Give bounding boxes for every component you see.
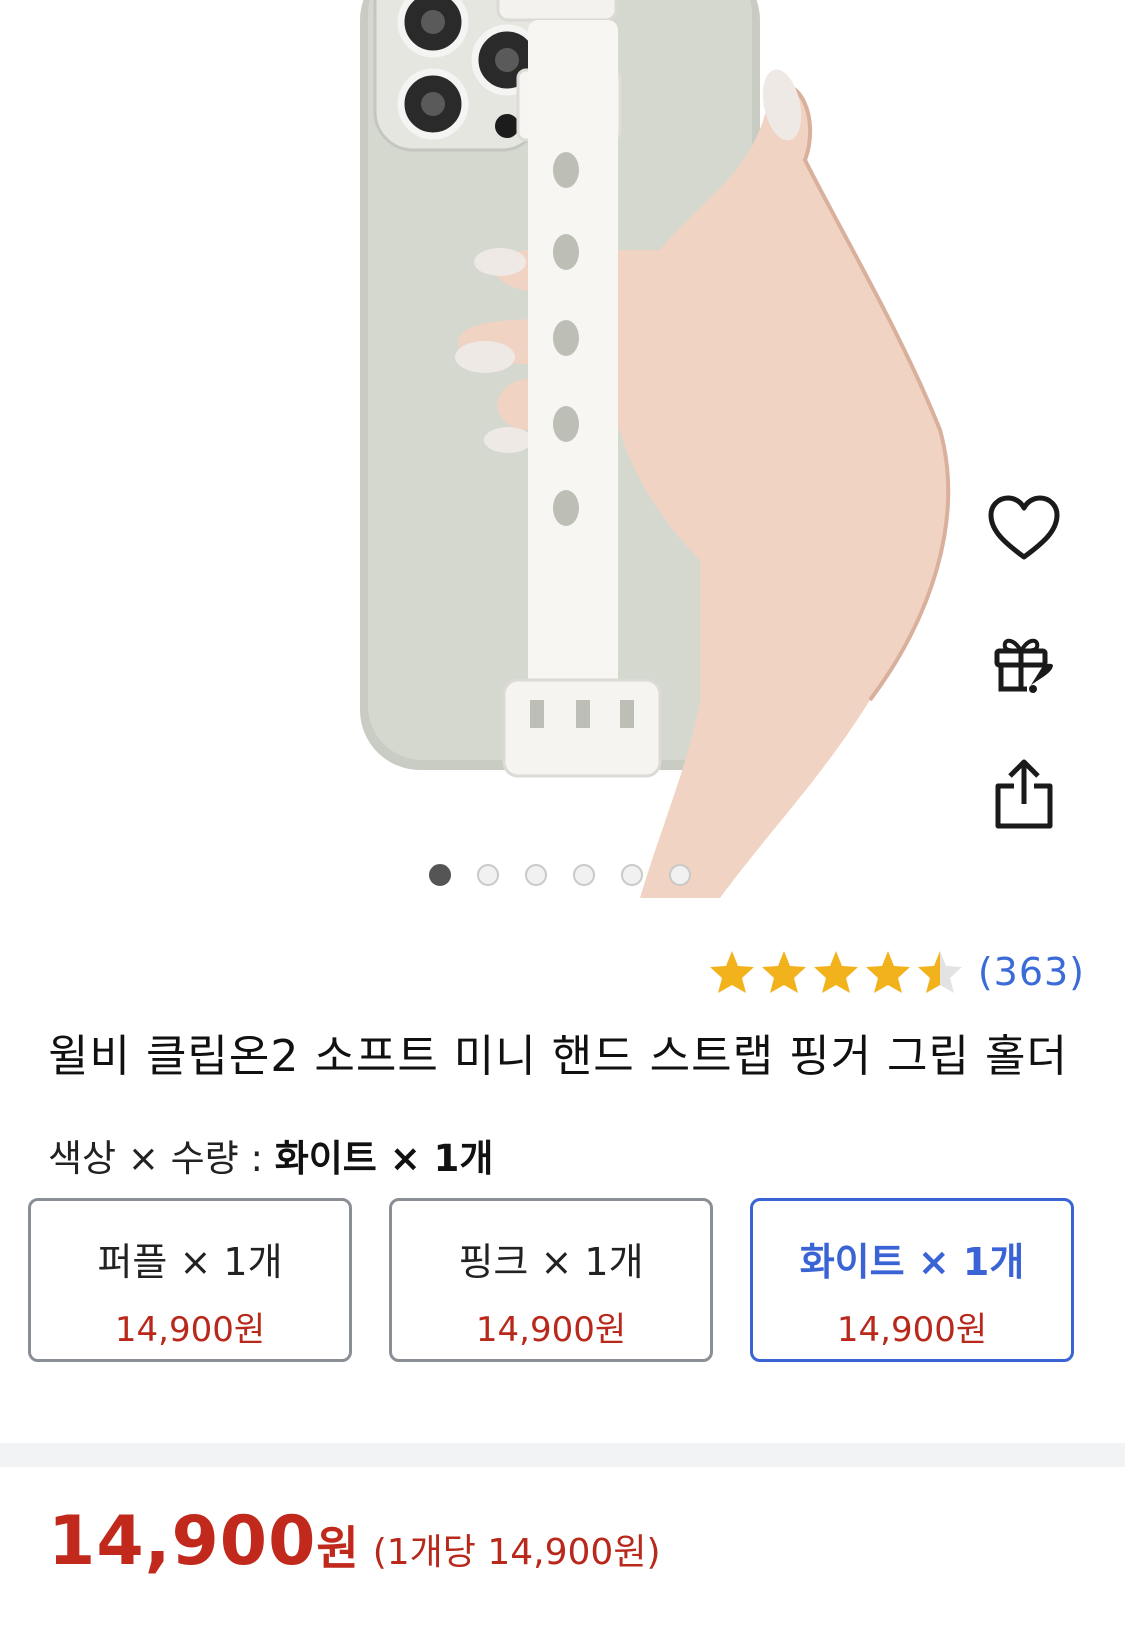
wishlist-button[interactable]: [984, 490, 1064, 570]
share-button[interactable]: [984, 756, 1064, 836]
section-divider: [0, 1443, 1125, 1467]
product-photo: [360, 0, 951, 898]
option-summary-label: 색상 × 수량 :: [48, 1137, 275, 1180]
option-name: 핑크 × 1개: [458, 1240, 644, 1284]
option-summary: 색상 × 수량 : 화이트 × 1개: [48, 1128, 493, 1182]
star-icon: [709, 951, 754, 993]
half-star-icon: [917, 951, 962, 993]
carousel-dot-4[interactable]: [573, 864, 595, 886]
product-image-carousel[interactable]: [0, 0, 1125, 898]
carousel-dot-1[interactable]: [429, 864, 451, 886]
star-rating: [704, 949, 964, 995]
option-white[interactable]: 화이트 × 1개 14,900원: [750, 1198, 1074, 1362]
option-name: 화이트 × 1개: [799, 1240, 1025, 1284]
carousel-dot-3[interactable]: [525, 864, 547, 886]
product-title: 윌비 클립온2 소프트 미니 핸드 스트랩 핑거 그립 홀더: [48, 1031, 1068, 1082]
heart-icon: [987, 495, 1061, 565]
gift-icon: [991, 629, 1057, 699]
option-purple[interactable]: 퍼플 × 1개 14,900원: [28, 1198, 352, 1362]
product-rating[interactable]: (363): [704, 944, 1085, 1000]
carousel-dot-2[interactable]: [477, 864, 499, 886]
carousel-dot-6[interactable]: [669, 864, 691, 886]
option-name: 퍼플 × 1개: [97, 1240, 283, 1284]
option-price: 14,900원: [836, 1310, 988, 1350]
gift-button[interactable]: [984, 624, 1064, 704]
star-icon: [761, 951, 806, 993]
option-pink[interactable]: 핑크 × 1개 14,900원: [389, 1198, 713, 1362]
option-price: 14,900원: [114, 1310, 266, 1350]
price-amount: 14,900: [48, 1502, 317, 1581]
final-price: 14,900원 (1개당 14,900원): [48, 1502, 661, 1581]
option-summary-selected: 화이트 × 1개: [274, 1137, 494, 1180]
option-price: 14,900원: [475, 1310, 627, 1350]
unit-price: (1개당 14,900원): [372, 1532, 661, 1573]
share-icon: [992, 758, 1056, 834]
review-count[interactable]: (363): [978, 950, 1085, 994]
star-icon: [865, 951, 910, 993]
star-icon: [813, 951, 858, 993]
price-currency: 원: [316, 1521, 359, 1575]
carousel-dot-5[interactable]: [621, 864, 643, 886]
